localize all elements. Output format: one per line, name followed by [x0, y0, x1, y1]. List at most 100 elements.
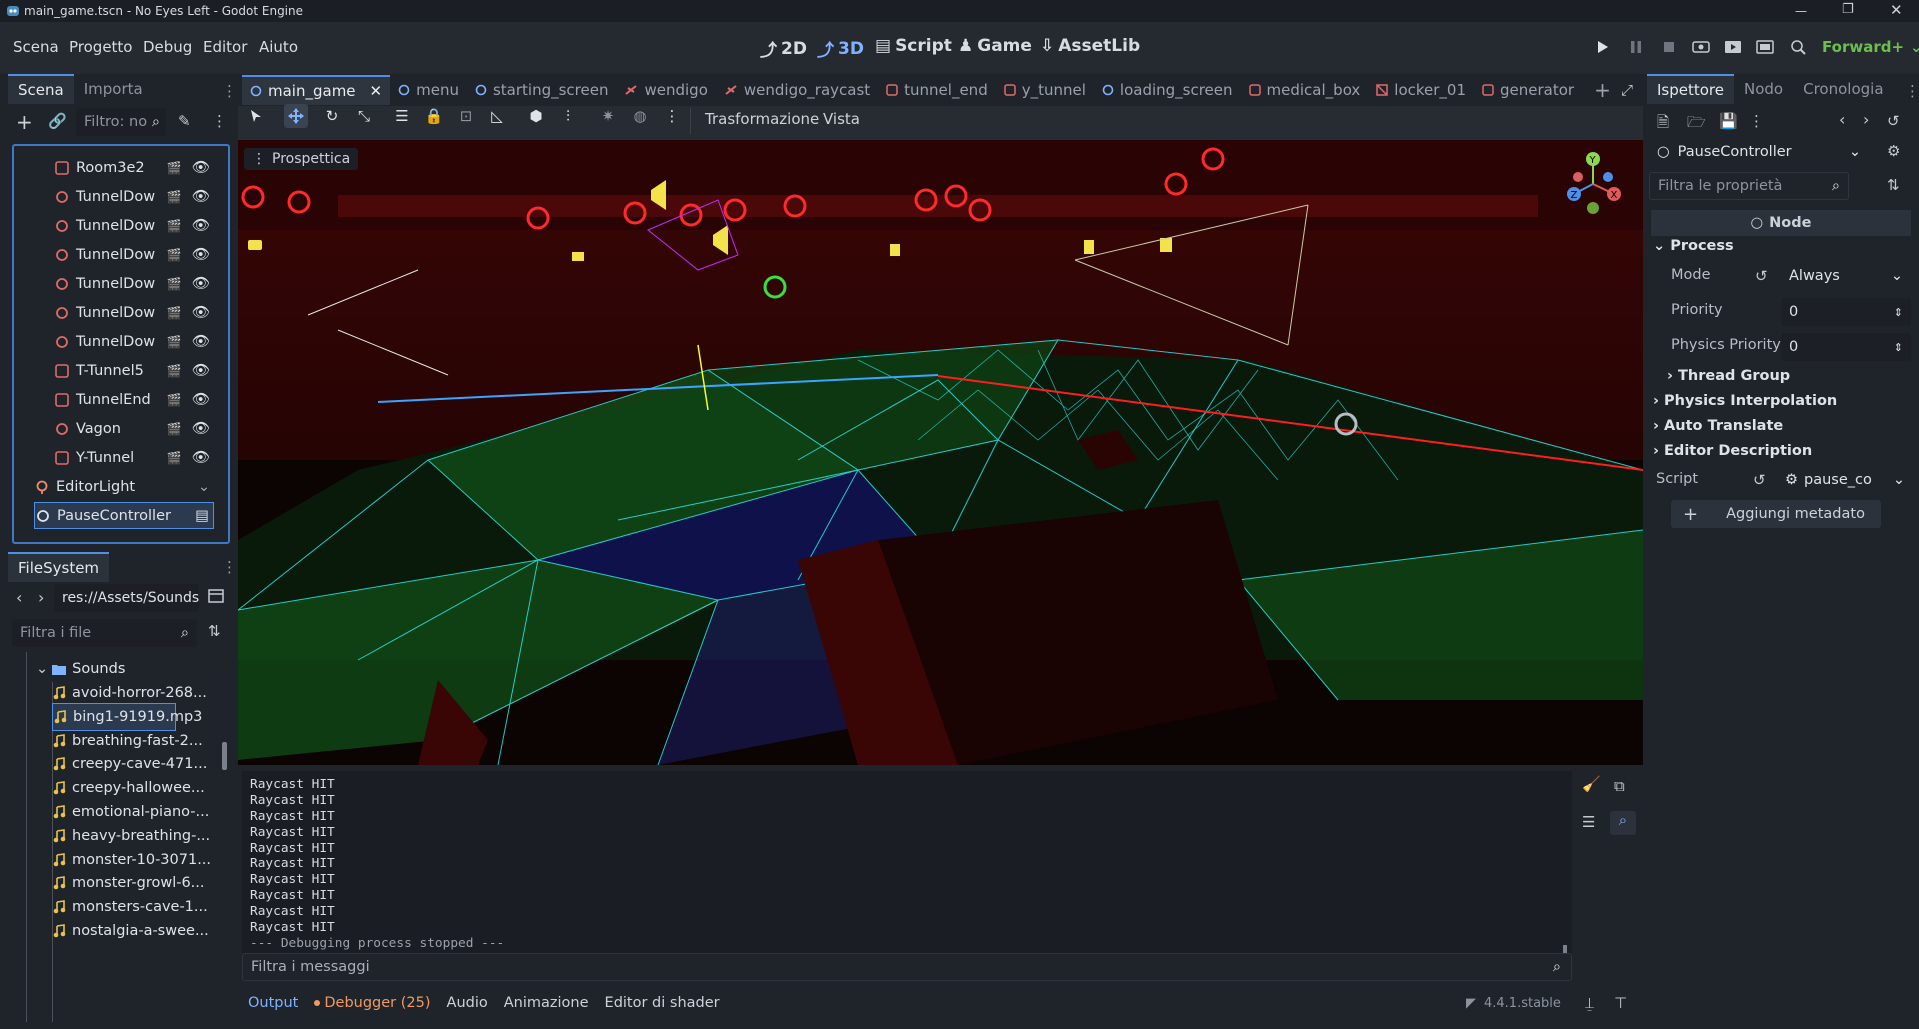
search-toggle-icon[interactable]: ⌕: [1610, 811, 1636, 835]
revert-icon[interactable]: ↺: [1753, 471, 1766, 489]
inspector-menu-icon[interactable]: ⋮: [1905, 82, 1919, 100]
expand-panel-icon[interactable]: ⊤: [1614, 994, 1627, 1012]
scene-tab[interactable]: tunnel_end: [878, 75, 996, 105]
menu-vista[interactable]: Vista: [823, 110, 860, 128]
tab-audio[interactable]: Audio: [447, 995, 488, 1011]
select-tool-icon[interactable]: [244, 104, 268, 128]
scene-tree-node[interactable]: PauseController ▤: [34, 502, 214, 529]
menu-scena[interactable]: Scena: [13, 38, 59, 56]
more-icon[interactable]: ⋮: [660, 104, 684, 128]
scene-tree-node[interactable]: Y-Tunnel 🎬 👁: [54, 444, 214, 471]
workspace-game[interactable]: ♟ Game: [958, 36, 1032, 56]
history-icon[interactable]: ↺: [1887, 112, 1900, 130]
section-thread-group[interactable]: › Thread Group: [1667, 368, 1790, 384]
scene-tree-node[interactable]: Room3e2 🎬 👁: [54, 154, 214, 181]
priority-spinbox[interactable]: 0 ⇕: [1781, 298, 1911, 326]
open-scene-icon[interactable]: 🎬: [167, 190, 182, 204]
environment-icon[interactable]: ◍: [628, 104, 652, 128]
scene-filter-input[interactable]: Filtro: no ⌕: [76, 108, 166, 136]
rotate-tool-icon[interactable]: ↻: [320, 104, 344, 128]
open-scene-icon[interactable]: 🎬: [167, 248, 182, 262]
pause-button[interactable]: [1623, 36, 1649, 58]
open-scene-icon[interactable]: 🎬: [167, 335, 182, 349]
scale-tool-icon[interactable]: ⤡: [352, 104, 376, 128]
history-forward-icon[interactable]: ›: [1863, 110, 1869, 129]
scene-tab[interactable]: starting_screen: [467, 75, 617, 105]
open-scene-icon[interactable]: 🎬: [167, 451, 182, 465]
forward-icon[interactable]: ›: [38, 588, 44, 607]
copy-icon[interactable]: ⧉: [1614, 777, 1625, 795]
tab-nodo[interactable]: Nodo: [1734, 74, 1793, 104]
tab-editor-shader[interactable]: Editor di shader: [605, 995, 720, 1011]
section-editor-description[interactable]: › Editor Description: [1653, 443, 1812, 459]
visibility-eye-icon[interactable]: 👁: [192, 391, 210, 408]
revert-icon[interactable]: ↺: [1755, 267, 1768, 285]
visibility-eye-icon[interactable]: 👁: [192, 246, 210, 263]
scene-tab[interactable]: main_game ✕: [242, 75, 391, 105]
scene-tree-node[interactable]: TunnelDow 🎬 👁: [54, 212, 214, 239]
move-tool-icon[interactable]: [284, 104, 308, 128]
tab-cronologia[interactable]: Cronologia: [1793, 74, 1893, 104]
physics-priority-spinbox[interactable]: 0 ⇕: [1781, 333, 1911, 361]
selected-node-picker[interactable]: ○ PauseController ⌄: [1649, 138, 1869, 166]
open-scene-icon[interactable]: 🎬: [167, 219, 182, 233]
history-back-icon[interactable]: ‹: [1839, 110, 1845, 129]
dock-menu-icon[interactable]: ⋮: [222, 82, 237, 100]
fs-file-item[interactable]: nostalgia-a-swee...: [52, 917, 209, 945]
visibility-eye-icon[interactable]: 👁: [192, 188, 210, 205]
visibility-eye-icon[interactable]: 👁: [192, 420, 210, 437]
fs-path-field[interactable]: res://Assets/Sounds: [54, 584, 199, 612]
script-icon[interactable]: ▤: [195, 508, 209, 524]
workspace-script[interactable]: ▤ Script: [875, 36, 952, 56]
local-space-icon[interactable]: ⬢: [524, 104, 548, 128]
visibility-eye-icon[interactable]: 👁: [192, 333, 210, 350]
add-metadata-button[interactable]: + Aggiungi metadato: [1671, 500, 1881, 528]
group-icon[interactable]: ⊡: [454, 104, 478, 128]
scene-menu-icon[interactable]: ⋮: [212, 112, 227, 130]
visibility-eye-icon[interactable]: 👁: [192, 159, 210, 176]
fs-filter-input[interactable]: Filtra i file ⌕: [12, 619, 197, 647]
scene-tab[interactable]: wendigo: [616, 75, 715, 105]
chevron-down-icon[interactable]: ⌄: [198, 479, 210, 495]
workspace-3d[interactable]: ⤴ 3D: [817, 36, 864, 62]
menu-progetto[interactable]: Progetto: [69, 38, 133, 56]
perspective-menu[interactable]: ⋮ Prospettica: [244, 148, 359, 170]
section-physics-interpolation[interactable]: › Physics Interpolation: [1653, 393, 1837, 409]
script-resource-picker[interactable]: ⚙ pause_co ⌄: [1777, 466, 1911, 494]
3d-viewport[interactable]: ⋮ Prospettica Y Z X: [238, 140, 1643, 765]
menu-aiuto[interactable]: Aiuto: [259, 38, 298, 56]
message-filter-input[interactable]: Filtra i messaggi ⌕: [242, 953, 1572, 981]
play-scene-icon[interactable]: [1720, 36, 1746, 58]
open-scene-icon[interactable]: 🎬: [167, 161, 182, 175]
tab-filesystem[interactable]: FileSystem: [8, 552, 110, 582]
open-folder-icon[interactable]: 🗁: [1687, 112, 1706, 137]
scene-tree-node[interactable]: TunnelDow 🎬 👁: [54, 270, 214, 297]
scene-tree-node[interactable]: Vagon 🎬 👁: [54, 415, 214, 442]
new-scene-tab-icon[interactable]: +: [1594, 78, 1611, 102]
add-node-icon[interactable]: +: [16, 110, 33, 134]
scene-tab[interactable]: loading_screen: [1094, 75, 1241, 105]
tab-importa[interactable]: Importa: [74, 74, 153, 104]
scene-tree-node[interactable]: EditorLight ⌄: [34, 473, 214, 500]
snap-icon[interactable]: ⫶: [556, 104, 580, 128]
new-resource-icon[interactable]: 🗎: [1657, 112, 1669, 137]
split-view-icon[interactable]: [208, 588, 224, 604]
node-settings-icon[interactable]: ⚙: [1887, 142, 1900, 160]
distraction-free-icon[interactable]: ⤢: [1621, 81, 1633, 99]
pin-icon[interactable]: ⍊: [1585, 994, 1594, 1012]
filter-lines-icon[interactable]: ☰: [1582, 813, 1595, 831]
close-window-button[interactable]: ✕: [1890, 1, 1903, 19]
ruler-icon[interactable]: ◺: [485, 104, 509, 128]
scene-tree-node[interactable]: T-Tunnel5 🎬 👁: [54, 357, 214, 384]
open-scene-icon[interactable]: 🎬: [167, 422, 182, 436]
visibility-eye-icon[interactable]: 👁: [192, 304, 210, 321]
open-scene-icon[interactable]: 🎬: [167, 364, 182, 378]
movie-maker-icon[interactable]: [1785, 36, 1811, 58]
scene-tab[interactable]: medical_box: [1241, 75, 1369, 105]
tab-output[interactable]: Output: [248, 995, 298, 1011]
visibility-eye-icon[interactable]: 👁: [192, 217, 210, 234]
workspace-2d[interactable]: ⤴ 2D: [760, 36, 807, 62]
mode-select[interactable]: Always ⌄: [1781, 262, 1911, 290]
menu-trasformazione[interactable]: Trasformazione: [705, 110, 819, 128]
scene-tab[interactable]: generator: [1474, 75, 1582, 105]
